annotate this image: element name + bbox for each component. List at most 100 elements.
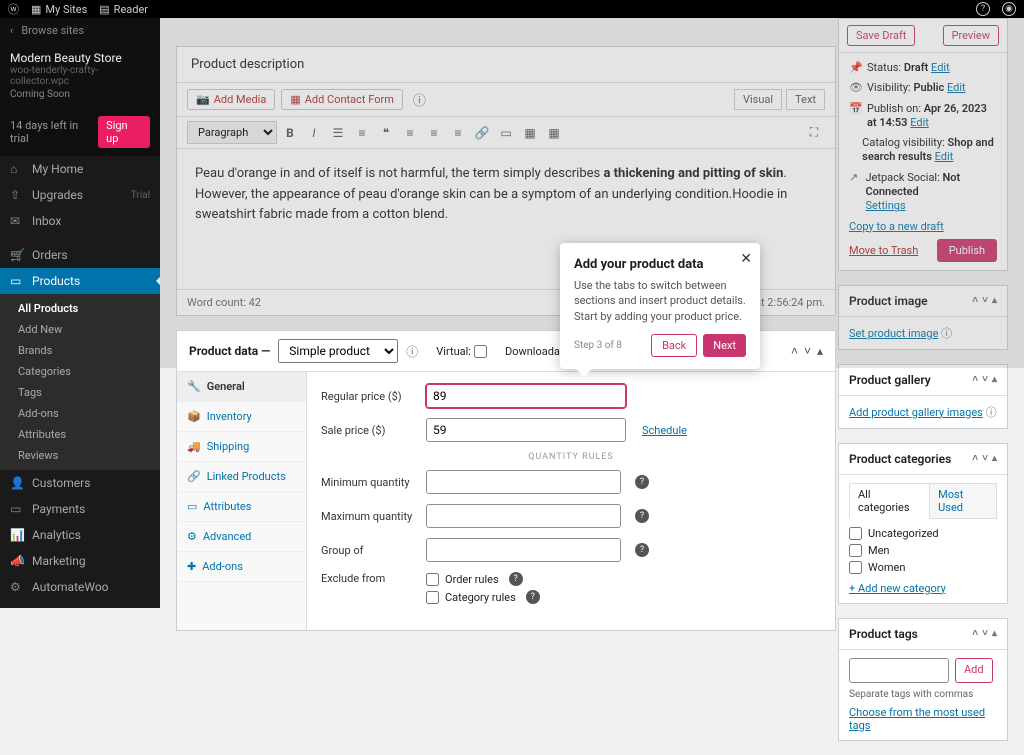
sidebar-item-upgrades[interactable]: ⇧UpgradesTrial [0,182,160,208]
order-rules-checkbox[interactable] [426,573,439,586]
regular-price-input[interactable] [426,384,626,408]
collapse-icon[interactable]: ▴ [992,295,997,306]
tab-general[interactable]: 🔧General [177,372,306,402]
edit-date-link[interactable]: Edit [910,116,929,129]
help-icon[interactable]: ? [509,572,523,586]
bullet-list-icon[interactable]: ☰ [327,122,349,144]
bold-icon[interactable]: B [279,122,301,144]
add-contact-form-button[interactable]: ▦ Add Contact Form [281,89,403,110]
italic-icon[interactable]: I [303,122,325,144]
chevron-up-icon[interactable]: ˄ [972,374,978,385]
help-icon[interactable]: ⓘ [941,327,952,340]
preview-button[interactable]: Preview [943,25,999,46]
all-categories-tab[interactable]: All categories [849,483,930,519]
signup-button[interactable]: Sign up [98,116,150,148]
reader-link[interactable]: ▤ Reader [99,3,148,16]
sidebar-item-payments[interactable]: ▭Payments [0,496,160,522]
align-right-icon[interactable]: ≡ [447,122,469,144]
align-left-icon[interactable]: ≡ [399,122,421,144]
chevron-up-icon[interactable]: ˄ [791,344,798,358]
text-tab[interactable]: Text [786,89,825,110]
chevron-down-icon[interactable]: ˅ [982,453,988,464]
publish-button[interactable]: Publish [937,239,997,262]
chevron-up-icon[interactable]: ˄ [972,453,978,464]
collapse-icon[interactable]: ▴ [992,628,997,639]
add-media-button[interactable]: 📷 Add Media [187,89,275,110]
cat-uncategorized-checkbox[interactable] [849,527,862,540]
tab-linked-products[interactable]: 🔗Linked Products [177,462,306,492]
subitem-all-products[interactable]: All Products [0,298,160,319]
help-icon[interactable]: ? [635,509,649,523]
site-card[interactable]: Modern Beauty Store woo-tenderly-crafty-… [0,43,160,108]
jetpack-settings-link[interactable]: Settings [865,199,905,212]
subitem-tags[interactable]: Tags [0,382,160,403]
product-type-select[interactable]: Simple product [278,339,398,363]
tab-shipping[interactable]: 🚚Shipping [177,432,306,462]
virtual-checkbox[interactable] [474,345,487,358]
cat-men-checkbox[interactable] [849,544,862,557]
tab-inventory[interactable]: 📦Inventory [177,402,306,432]
tab-attributes[interactable]: ▭Attributes [177,492,306,522]
sidebar-item-inbox[interactable]: ✉Inbox [0,208,160,234]
save-draft-button[interactable]: Save Draft [847,25,915,46]
tab-advanced[interactable]: ⚙Advanced [177,522,306,552]
add-new-category-link[interactable]: + Add new category [849,582,946,595]
numbered-list-icon[interactable]: ≡ [351,122,373,144]
help-icon[interactable]: ? [635,475,649,489]
subitem-brands[interactable]: Brands [0,340,160,361]
choose-tags-link[interactable]: Choose from the most used tags [849,706,985,732]
sidebar-item-products[interactable]: ▭Products [0,268,160,294]
subitem-categories[interactable]: Categories [0,361,160,382]
collapse-icon[interactable]: ▴ [992,453,997,464]
group-of-input[interactable] [426,538,621,562]
more-icon[interactable]: ▭ [495,122,517,144]
sidebar-item-extensions[interactable]: ▦Extensions [0,600,160,608]
move-to-trash-link[interactable]: Move to Trash [849,244,918,257]
most-used-tab[interactable]: Most Used [930,483,997,519]
browse-sites[interactable]: ‹ Browse sites [0,18,160,43]
chevron-down-icon[interactable]: ˅ [804,344,811,358]
edit-status-link[interactable]: Edit [931,61,950,74]
schedule-link[interactable]: Schedule [642,424,687,437]
chevron-down-icon[interactable]: ˅ [982,295,988,306]
sidebar-item-orders[interactable]: 🛒Orders [0,242,160,268]
tab-addons[interactable]: ✚Add-ons [177,552,306,582]
subitem-attributes[interactable]: Attributes [0,424,160,445]
link-icon[interactable]: 🔗 [471,122,493,144]
sidebar-item-automatewoo[interactable]: ⚙AutomateWoo [0,574,160,600]
tag-input[interactable] [849,658,949,683]
back-button[interactable]: Back [651,334,697,357]
help-icon[interactable]: ? [635,543,649,557]
help-icon[interactable]: ? [526,590,540,604]
align-center-icon[interactable]: ≡ [423,122,445,144]
category-rules-checkbox[interactable] [426,591,439,604]
sidebar-item-analytics[interactable]: 📊Analytics [0,522,160,548]
subitem-reviews[interactable]: Reviews [0,445,160,466]
paragraph-select[interactable]: Paragraph [187,121,277,144]
add-gallery-link[interactable]: Add product gallery images [849,406,983,419]
subitem-add-new[interactable]: Add New [0,319,160,340]
fullscreen-icon[interactable]: ⛶ [803,122,825,144]
next-button[interactable]: Next [703,334,746,357]
copy-draft-link[interactable]: Copy to a new draft [849,220,944,233]
chevron-down-icon[interactable]: ˅ [982,628,988,639]
chevron-up-icon[interactable]: ˄ [972,628,978,639]
help-icon[interactable]: ⓘ [986,406,997,419]
help-icon[interactable]: ⓘ [406,343,418,360]
toolbar-toggle-icon[interactable]: ▦ [543,122,565,144]
chevron-down-icon[interactable]: ˅ [982,374,988,385]
edit-catalog-link[interactable]: Edit [935,150,954,163]
add-tag-button[interactable]: Add [955,658,993,683]
edit-visibility-link[interactable]: Edit [947,81,966,94]
min-qty-input[interactable] [426,470,621,494]
subitem-addons[interactable]: Add-ons [0,403,160,424]
set-product-image-link[interactable]: Set product image [849,327,938,340]
table-icon[interactable]: ▦ [519,122,541,144]
profile-icon[interactable]: ◉ [1002,2,1016,16]
sale-price-input[interactable] [426,418,626,442]
collapse-icon[interactable]: ▴ [992,374,997,385]
cat-women-checkbox[interactable] [849,561,862,574]
max-qty-input[interactable] [426,504,621,528]
chevron-up-icon[interactable]: ˄ [972,295,978,306]
quote-icon[interactable]: ❝ [375,122,397,144]
